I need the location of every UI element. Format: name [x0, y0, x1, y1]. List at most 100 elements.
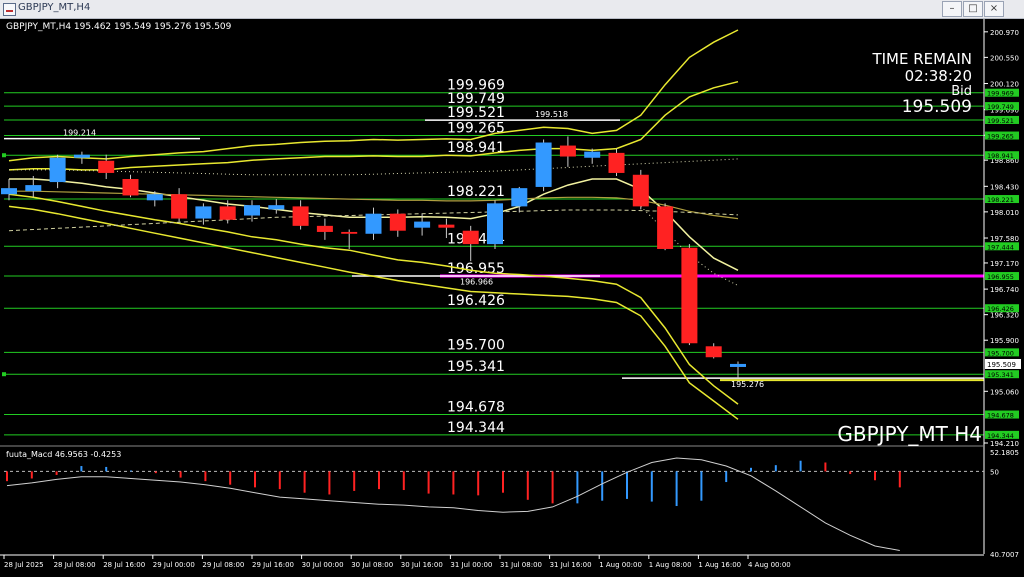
bear-candle — [389, 213, 406, 231]
time-remain-label: TIME REMAIN — [871, 50, 972, 68]
level-axis-tag-text: 198.221 — [987, 196, 1014, 204]
current-price-text: 195.509 — [987, 361, 1016, 369]
bull-candle — [25, 185, 42, 192]
level-axis-tag-text: 199.521 — [987, 117, 1014, 125]
price-chart[interactable]: 199.969199.749199.521199.265198.941198.2… — [0, 19, 1024, 577]
maximize-button[interactable]: □ — [963, 1, 983, 17]
level-axis-tag-text: 195.341 — [987, 371, 1014, 379]
macd-axis-label: 50 — [990, 468, 999, 476]
time-axis-label: 29 Jul 16:00 — [252, 561, 294, 569]
bull-candle — [244, 205, 260, 216]
level-axis-tag-text: 194.678 — [987, 412, 1014, 420]
time-axis-label: 30 Jul 00:00 — [302, 561, 344, 569]
price-annotation: 199.518 — [535, 110, 568, 119]
bear-candle — [341, 231, 358, 234]
price-axis-label: 197.170 — [990, 260, 1019, 268]
bull-candle — [146, 194, 163, 201]
level-axis-tag-text: 197.444 — [987, 243, 1014, 251]
price-axis-label: 200.550 — [990, 54, 1019, 62]
macd-header: fuuta_Macd 46.9563 -0.4253 — [6, 450, 121, 459]
bull-candle — [1, 188, 17, 195]
bull-candle — [487, 203, 503, 245]
level-label: 199.265 — [447, 121, 505, 137]
bull-candle — [365, 213, 382, 234]
bear-candle — [657, 206, 674, 249]
bull-candle — [535, 142, 552, 187]
moving-average-dotted-line — [9, 158, 739, 176]
level-axis-tag-text: 199.969 — [987, 90, 1014, 98]
price-annotation: 196.966 — [460, 277, 493, 286]
bear-candle — [219, 206, 236, 220]
time-axis-label: 1 Aug 08:00 — [649, 561, 692, 569]
chart-header: GBPJPY_MT,H4 195.462 195.549 195.276 195… — [6, 22, 232, 32]
time-axis-label: 4 Aug 00:00 — [748, 561, 791, 569]
bear-candle — [681, 247, 698, 344]
time-axis-label: 29 Jul 08:00 — [202, 561, 244, 569]
level-label: 198.221 — [447, 184, 505, 200]
time-axis-label: 1 Aug 00:00 — [599, 561, 642, 569]
chart-window-icon — [3, 3, 16, 16]
price-axis-label: 200.970 — [990, 29, 1019, 37]
band-upper-inner-line — [8, 80, 739, 171]
band-upper-outer-line — [8, 29, 739, 162]
time-axis-label: 31 Jul 00:00 — [450, 561, 492, 569]
level-label: 198.941 — [447, 140, 505, 156]
time-axis-label: 29 Jul 00:00 — [153, 561, 195, 569]
level-axis-tag-text: 194.344 — [987, 432, 1014, 440]
time-axis-label: 31 Jul 08:00 — [500, 561, 542, 569]
price-annotation: 195.276 — [731, 380, 764, 389]
bull-candle — [511, 188, 528, 207]
minimize-button[interactable]: – — [942, 1, 962, 17]
time-axis-label: 28 Jul 2025 — [4, 561, 44, 569]
bear-candle — [705, 346, 722, 358]
price-axis-label: 197.580 — [990, 235, 1019, 243]
level-label: 199.521 — [447, 105, 505, 121]
price-annotation: 199.214 — [63, 129, 96, 138]
bull-candle — [49, 157, 66, 183]
price-axis-label: 196.740 — [990, 286, 1019, 294]
price-axis-label: 198.010 — [990, 209, 1019, 217]
level-axis-tag-text: 199.749 — [987, 103, 1014, 111]
level-label: 194.678 — [447, 400, 505, 416]
symbol-watermark: GBPJPY_MT H4 — [837, 422, 982, 446]
time-axis-label: 1 Aug 16:00 — [698, 561, 741, 569]
level-axis-tag-text: 196.426 — [987, 305, 1014, 313]
bear-candle — [316, 225, 333, 232]
time-remain-value: 02:38:20 — [905, 67, 972, 85]
time-axis-label: 28 Jul 08:00 — [54, 561, 96, 569]
bear-candle — [122, 179, 139, 196]
bull-candle — [268, 205, 285, 210]
time-axis-label: 28 Jul 16:00 — [103, 561, 145, 569]
trading-terminal: GBPJPY_MT,H4 – □ × 199.969 199.749 199.521… — [0, 0, 1024, 577]
bull-candle — [195, 206, 212, 219]
bear-candle — [559, 145, 576, 157]
bear-candle — [98, 160, 115, 173]
close-button[interactable]: × — [984, 1, 1004, 17]
time-axis-label: 31 Jul 16:00 — [550, 561, 592, 569]
level-marker — [2, 153, 6, 158]
time-axis-label: 30 Jul 16:00 — [401, 561, 443, 569]
price-axis-label: 195.060 — [990, 388, 1019, 396]
bear-candle — [171, 194, 188, 219]
bull-candle — [730, 363, 746, 367]
macd-axis-label: 52.1805 — [990, 449, 1019, 457]
price-axis-label: 200.120 — [990, 81, 1019, 89]
level-label: 196.426 — [447, 293, 505, 309]
level-axis-tag-text: 199.265 — [987, 133, 1014, 141]
bear-candle — [292, 206, 309, 226]
macd-axis-label: 40.7007 — [990, 551, 1019, 559]
bear-candle — [462, 230, 479, 245]
price-axis-label: 194.210 — [990, 440, 1019, 448]
level-label: 195.341 — [447, 359, 505, 375]
window-titlebar[interactable]: GBPJPY_MT,H4 – □ × — [0, 0, 1024, 19]
price-axis-label: 195.900 — [990, 337, 1019, 345]
window-title: GBPJPY_MT,H4 — [18, 2, 91, 13]
time-axis-label: 30 Jul 08:00 — [351, 561, 393, 569]
price-axis-label: 198.430 — [990, 183, 1019, 191]
bull-candle — [414, 221, 431, 228]
bull-candle — [584, 151, 601, 158]
level-axis-tag-text: 196.955 — [987, 273, 1014, 281]
level-marker — [2, 372, 6, 377]
level-axis-tag-text: 198.941 — [987, 152, 1014, 160]
bear-candle — [608, 152, 625, 173]
